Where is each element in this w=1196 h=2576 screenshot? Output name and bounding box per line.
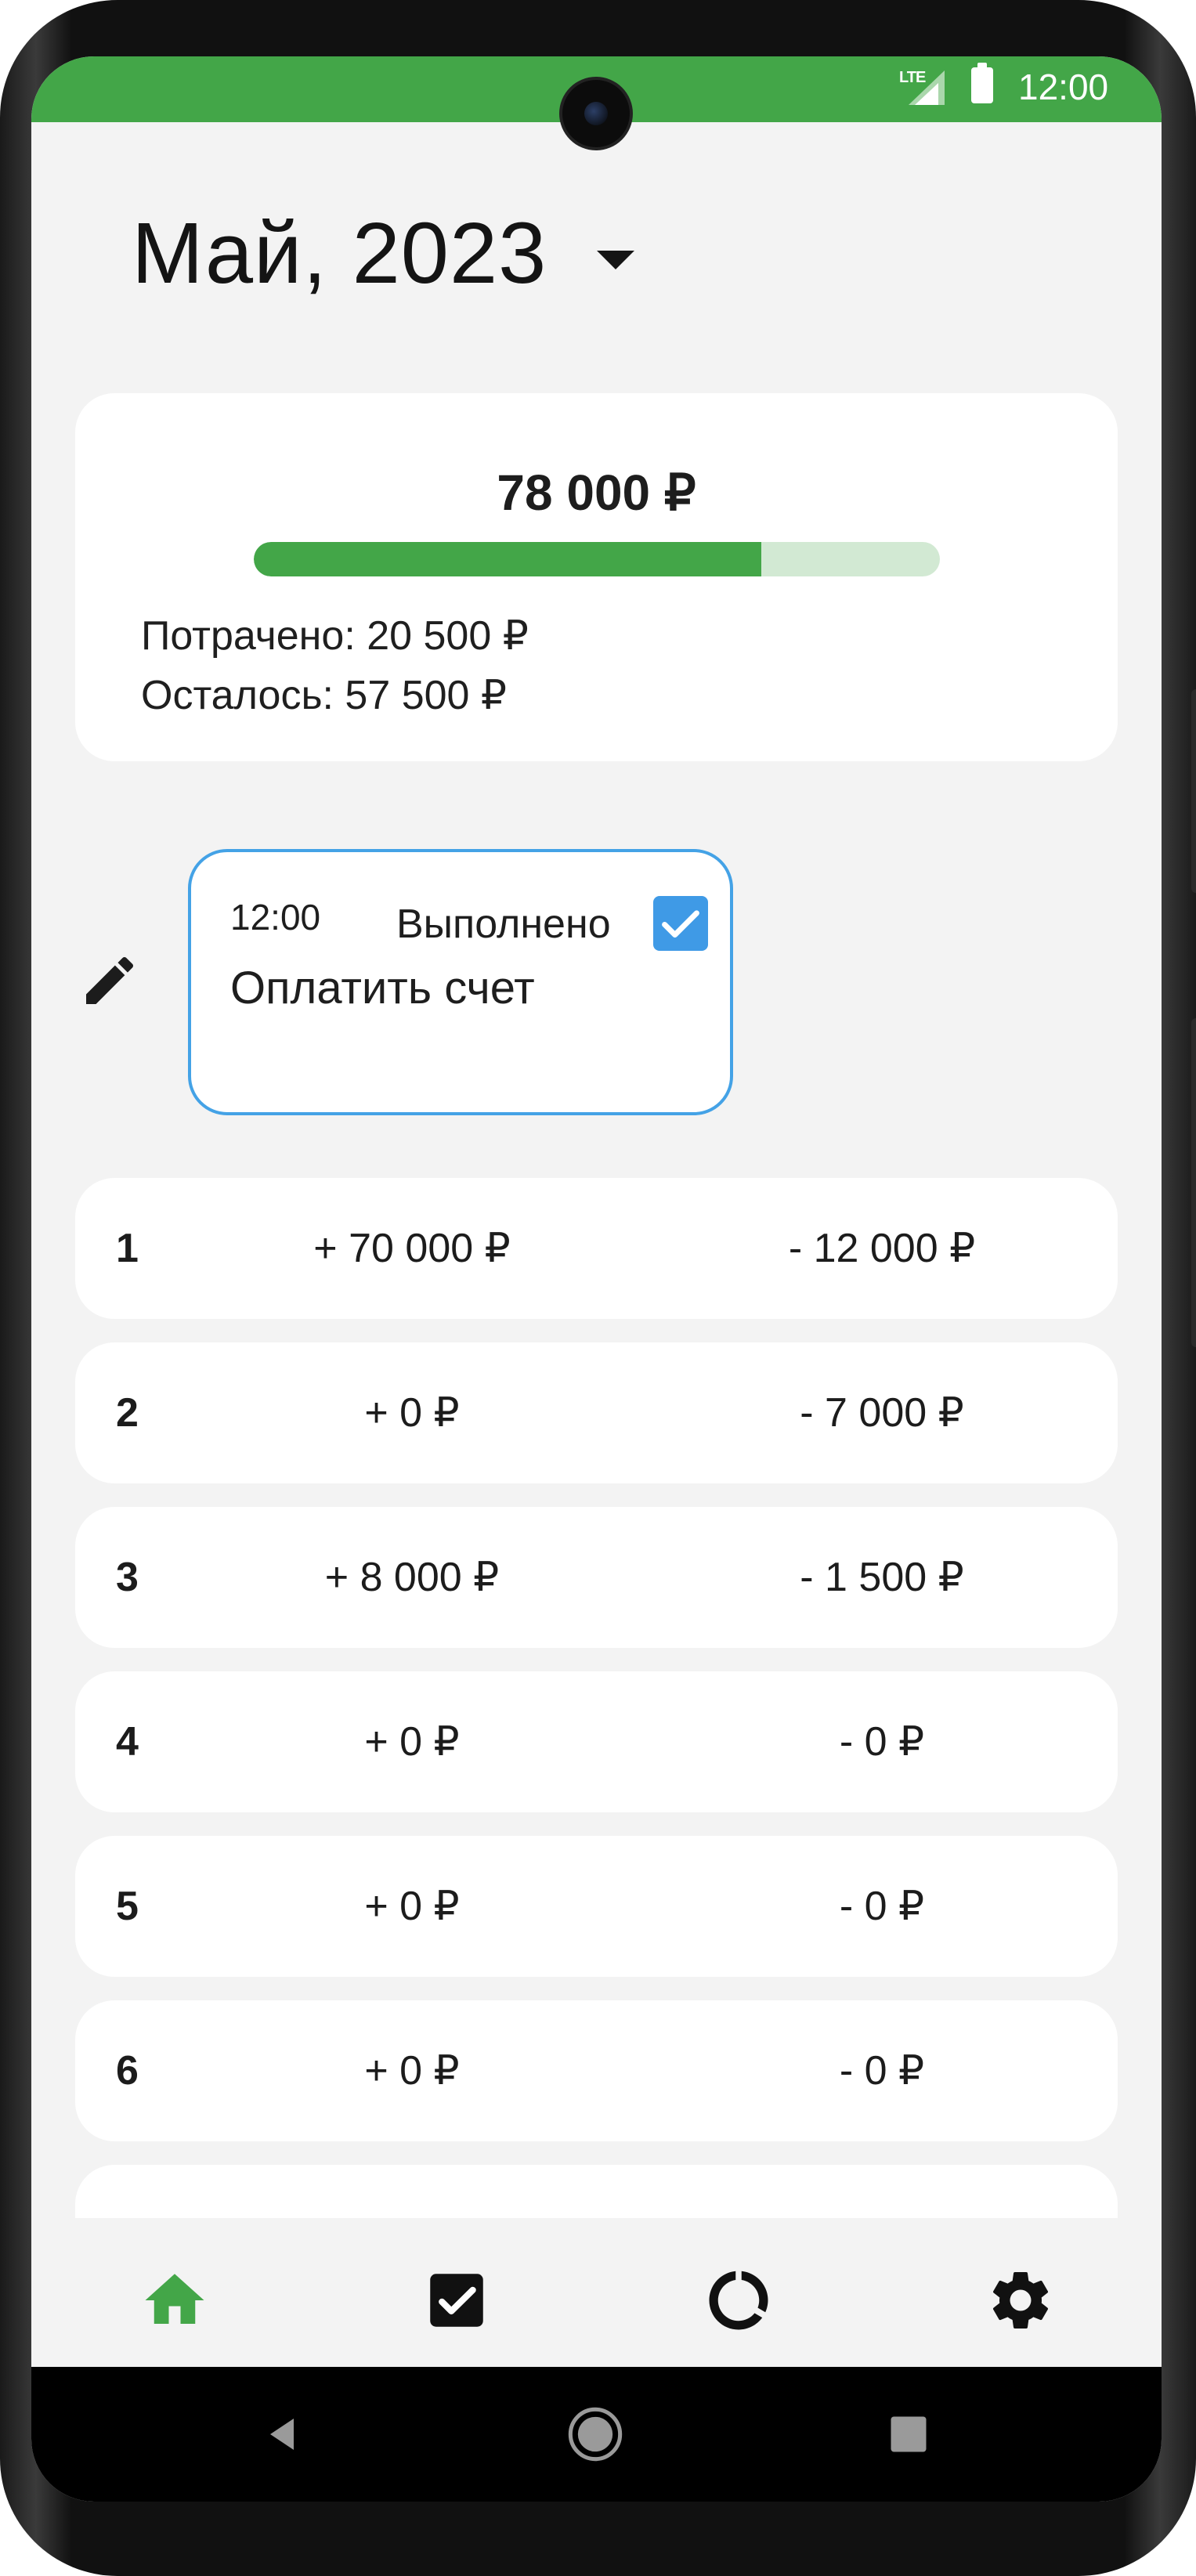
task-status-label: Выполнено bbox=[396, 901, 611, 947]
checkbox-icon[interactable] bbox=[421, 2265, 492, 2336]
day-expense: - 1 500 ₽ bbox=[800, 1555, 964, 1600]
day-income: + 0 ₽ bbox=[364, 1884, 460, 1929]
donut-chart-icon[interactable] bbox=[703, 2265, 774, 2336]
day-number: 4 bbox=[116, 1719, 139, 1765]
status-time: 12:00 bbox=[1018, 67, 1109, 107]
front-camera bbox=[562, 80, 630, 147]
system-navigation-bar bbox=[31, 2367, 1162, 2502]
day-expense: - 12 000 ₽ bbox=[788, 1226, 976, 1271]
day-income: + 70 000 ₽ bbox=[313, 1226, 511, 1271]
task-done-checkbox[interactable] bbox=[653, 896, 708, 951]
day-income: + 0 ₽ bbox=[364, 1719, 460, 1765]
month-selector[interactable]: Май, 2023 bbox=[132, 204, 547, 303]
budget-progress-fill bbox=[254, 542, 762, 576]
budget-progress-bar bbox=[254, 542, 940, 576]
day-number: 5 bbox=[116, 1884, 139, 1929]
bottom-navigation bbox=[31, 2218, 1162, 2372]
day-expense: - 7 000 ₽ bbox=[800, 1390, 964, 1436]
signal-strength-icon bbox=[915, 83, 938, 105]
task-time: 12:00 bbox=[230, 897, 321, 938]
day-income: + 0 ₽ bbox=[364, 2048, 460, 2094]
pencil-icon[interactable] bbox=[78, 949, 141, 1012]
day-row[interactable]: 6 + 0 ₽ - 0 ₽ bbox=[75, 2000, 1118, 2141]
day-row[interactable]: 5 + 0 ₽ - 0 ₽ bbox=[75, 1836, 1118, 1977]
battery-icon bbox=[971, 63, 993, 103]
day-row[interactable]: 2 + 0 ₽ - 7 000 ₽ bbox=[75, 1342, 1118, 1483]
day-number: 2 bbox=[116, 1390, 139, 1436]
day-expense: - 0 ₽ bbox=[839, 2048, 925, 2094]
remaining-amount: Осталось: 57 500 ₽ bbox=[141, 673, 508, 718]
dropdown-caret-icon[interactable] bbox=[597, 251, 634, 269]
day-income: + 0 ₽ bbox=[364, 1390, 460, 1436]
back-icon[interactable] bbox=[258, 2411, 305, 2458]
screen: LTE 12:00 Май, 2023 78 000 ₽ Потрачено: … bbox=[31, 56, 1162, 2502]
task-title: Оплатить счет bbox=[230, 963, 535, 1013]
day-expense: - 0 ₽ bbox=[839, 1884, 925, 1929]
budget-total: 78 000 ₽ bbox=[497, 464, 696, 521]
budget-card: 78 000 ₽ Потрачено: 20 500 ₽ Осталось: 5… bbox=[75, 393, 1118, 761]
camera-lens bbox=[584, 102, 608, 125]
gear-icon[interactable] bbox=[985, 2265, 1056, 2336]
day-row[interactable]: 1 + 70 000 ₽ - 12 000 ₽ bbox=[75, 1178, 1118, 1319]
power-button bbox=[1191, 1018, 1196, 1347]
day-expense: - 0 ₽ bbox=[839, 1719, 925, 1765]
day-row[interactable]: 3 + 8 000 ₽ - 1 500 ₽ bbox=[75, 1507, 1118, 1648]
day-row[interactable]: 4 + 0 ₽ - 0 ₽ bbox=[75, 1671, 1118, 1812]
phone-frame: LTE 12:00 Май, 2023 78 000 ₽ Потрачено: … bbox=[0, 0, 1196, 2576]
day-income: + 8 000 ₽ bbox=[324, 1555, 500, 1600]
recents-icon[interactable] bbox=[885, 2411, 932, 2458]
spent-amount: Потрачено: 20 500 ₽ bbox=[141, 613, 529, 659]
home-icon[interactable] bbox=[139, 2265, 210, 2336]
day-number: 6 bbox=[116, 2048, 139, 2094]
task-card[interactable]: 12:00 Выполнено Оплатить счет bbox=[188, 849, 733, 1115]
checkmark-icon bbox=[662, 910, 699, 938]
volume-button bbox=[1191, 689, 1196, 893]
day-number: 1 bbox=[116, 1226, 139, 1271]
day-number: 3 bbox=[116, 1555, 139, 1600]
home-circle-icon[interactable] bbox=[565, 2404, 625, 2464]
